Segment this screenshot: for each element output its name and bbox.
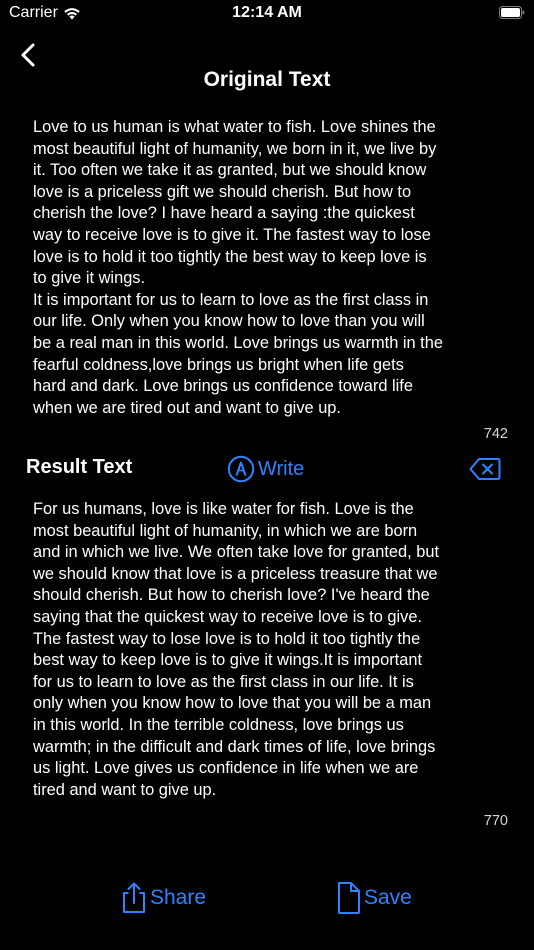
share-button[interactable]: Share [120,880,206,916]
status-time: 12:14 AM [232,4,302,21]
back-button[interactable] [10,38,46,72]
page-title: Original Text [203,68,331,91]
share-button-label: Share [150,886,207,909]
pen-icon [227,455,255,483]
status-bar: Carrier 12:14 AM [0,0,534,30]
write-button[interactable]: Write [227,454,304,484]
result-character-count: 770 [483,813,508,829]
original-character-count: 742 [483,426,508,442]
result-section-label: Result Text [26,456,133,478]
back-chevron-icon [21,43,35,67]
save-button-label: Save [364,886,412,909]
battery-icon [499,6,525,19]
original-text: Love to us human is what water to fish. … [33,118,443,417]
result-text: For us humans, love is like water for fi… [33,500,440,799]
write-button-label: Write [258,457,305,480]
document-icon [338,882,360,914]
clear-text-button[interactable] [467,454,503,484]
delete-icon [469,458,501,480]
share-icon [123,882,145,913]
save-button[interactable]: Save [336,880,412,916]
